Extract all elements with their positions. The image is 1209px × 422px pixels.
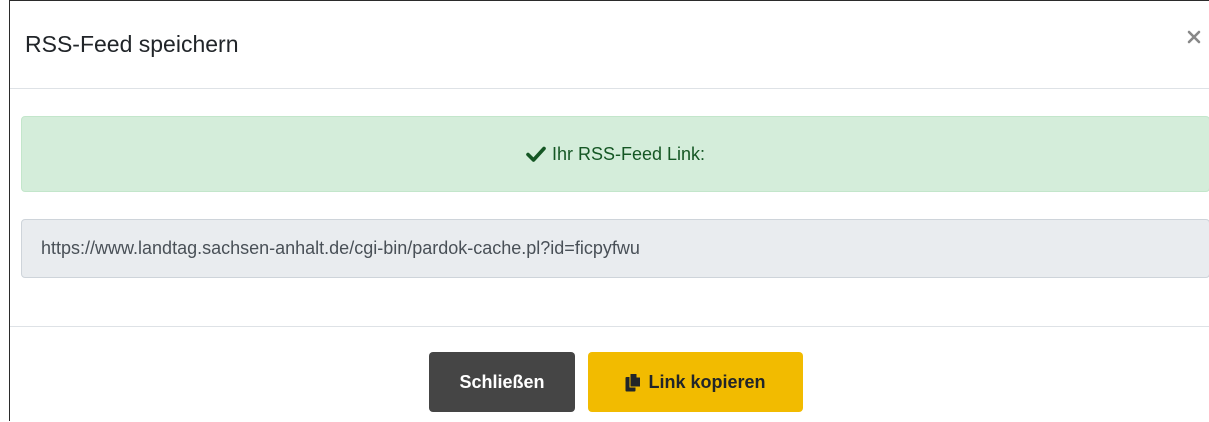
close-button-label: Schließen bbox=[459, 371, 545, 392]
copy-link-button[interactable]: Link kopieren bbox=[588, 352, 803, 412]
modal-footer: Schließen Link kopieren bbox=[10, 327, 1209, 422]
rss-feed-modal: RSS-Feed speichern Ihr RSS-Feed Link: Sc… bbox=[9, 0, 1209, 421]
alert-text: Ihr RSS-Feed Link: bbox=[551, 143, 706, 164]
copy-icon bbox=[625, 372, 642, 392]
modal-body: Ihr RSS-Feed Link: bbox=[10, 89, 1209, 327]
copy-button-label: Link kopieren bbox=[648, 371, 766, 392]
close-icon[interactable] bbox=[1187, 25, 1209, 49]
modal-title: RSS-Feed speichern bbox=[25, 31, 239, 57]
modal-header: RSS-Feed speichern bbox=[10, 1, 1209, 89]
rss-url-field[interactable] bbox=[21, 219, 1209, 278]
close-button[interactable]: Schließen bbox=[429, 352, 575, 412]
check-icon bbox=[526, 146, 546, 162]
success-alert: Ihr RSS-Feed Link: bbox=[21, 116, 1209, 192]
